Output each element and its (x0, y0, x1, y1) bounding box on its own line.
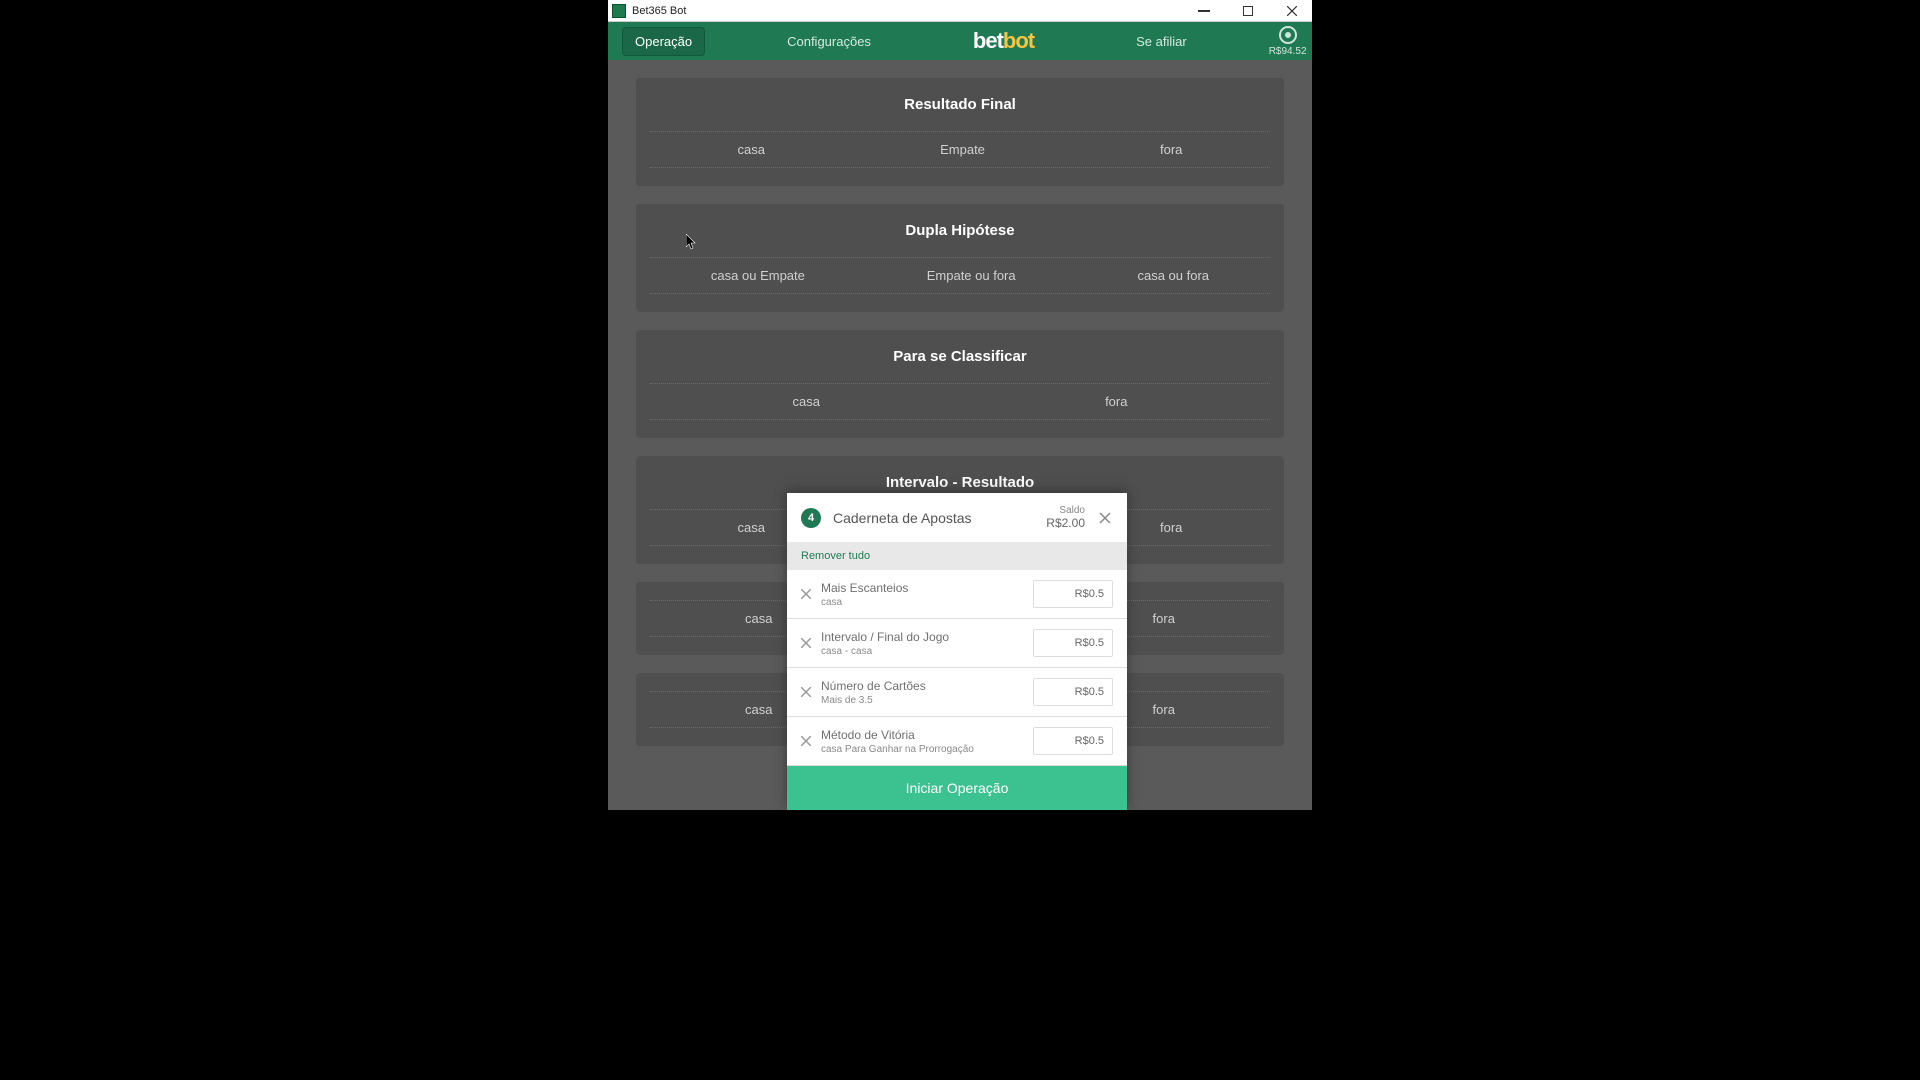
title-bar: Bet365 Bot (608, 0, 1312, 22)
nav-configuracoes[interactable]: Configurações (775, 28, 883, 55)
market-card: Dupla Hipótese casa ou Empate Empate ou fo… (636, 204, 1284, 312)
balance-label: Saldo (1046, 505, 1085, 516)
bet-item-body: Intervalo / Final do Jogo casa - casa (821, 630, 1033, 657)
window-controls (1188, 1, 1308, 21)
bet-item-title: Intervalo / Final do Jogo (821, 630, 1033, 644)
nav-afiliar[interactable]: Se afiliar (1124, 28, 1199, 55)
bet-item-subtitle: Mais de 3.5 (821, 695, 1033, 706)
remove-bet-button[interactable] (801, 586, 811, 602)
bet-item-subtitle: casa Para Ganhar na Prorrogação (821, 744, 1033, 755)
market-option[interactable]: fora (1145, 698, 1183, 721)
market-title: Resultado Final (650, 96, 1270, 113)
bet-item-title: Método de Vitória (821, 728, 1033, 742)
stake-input[interactable]: R$0.5 (1033, 580, 1113, 608)
bet-slip-close-button[interactable] (1097, 510, 1113, 526)
bet-slip-header: 4 Caderneta de Apostas Saldo R$2.00 (787, 493, 1127, 542)
account-section[interactable]: R$94.52 (1269, 26, 1307, 57)
account-balance: R$94.52 (1269, 46, 1307, 57)
bet-slip-title: Caderneta de Apostas (833, 510, 972, 526)
market-option[interactable]: Empate ou fora (919, 264, 1024, 287)
bet-slip-item: Método de Vitória casa Para Ganhar na Pro… (787, 717, 1127, 766)
user-icon (1279, 26, 1297, 44)
market-title: Dupla Hipótese (650, 222, 1270, 239)
market-card: Para se Classificar casa fora (636, 330, 1284, 438)
bet-slip-balance: Saldo R$2.00 (1046, 505, 1085, 530)
market-option[interactable]: casa ou Empate (703, 264, 813, 287)
market-option[interactable]: casa (785, 390, 828, 413)
app-header: Operação Configurações betbot Se afiliar… (608, 22, 1312, 60)
minimize-button[interactable] (1188, 1, 1220, 21)
market-card: Resultado Final casa Empate fora (636, 78, 1284, 186)
logo-text-left: bet (973, 28, 1003, 53)
bet-item-title: Número de Cartões (821, 679, 1033, 693)
market-option[interactable]: fora (1152, 516, 1190, 539)
bet-slip-item: Número de Cartões Mais de 3.5R$0.5 (787, 668, 1127, 717)
market-option[interactable]: casa (730, 516, 773, 539)
remove-all-button[interactable]: Remover tudo (787, 542, 1127, 570)
nav-operacao[interactable]: Operação (622, 27, 705, 56)
remove-bet-button[interactable] (801, 635, 811, 651)
bet-item-title: Mais Escanteios (821, 581, 1033, 595)
bet-slip-item: Mais Escanteios casaR$0.5 (787, 570, 1127, 619)
app-icon (612, 4, 626, 18)
balance-value: R$2.00 (1046, 516, 1085, 530)
app-logo: betbot (973, 28, 1034, 54)
close-button[interactable] (1276, 1, 1308, 21)
bet-item-body: Número de Cartões Mais de 3.5 (821, 679, 1033, 706)
market-option[interactable]: casa (737, 698, 780, 721)
market-option[interactable]: casa (737, 607, 780, 630)
market-option[interactable]: Empate (932, 138, 993, 161)
market-options-row: casa ou Empate Empate ou fora casa ou fora (650, 257, 1270, 294)
stake-input[interactable]: R$0.5 (1033, 629, 1113, 657)
stake-input[interactable]: R$0.5 (1033, 678, 1113, 706)
window-title: Bet365 Bot (632, 5, 686, 17)
market-options-row: casa Empate fora (650, 131, 1270, 168)
bet-slip-item: Intervalo / Final do Jogo casa - casaR$0.… (787, 619, 1127, 668)
market-title: Intervalo - Resultado (650, 474, 1270, 491)
market-option[interactable]: fora (1097, 390, 1135, 413)
remove-bet-button[interactable] (801, 733, 811, 749)
market-options-row: casa fora (650, 383, 1270, 420)
bet-count-badge: 4 (801, 508, 821, 528)
market-option[interactable]: fora (1152, 138, 1190, 161)
bet-item-subtitle: casa - casa (821, 646, 1033, 657)
bet-item-subtitle: casa (821, 597, 1033, 608)
start-operation-button[interactable]: Iniciar Operação (787, 766, 1127, 810)
remove-bet-button[interactable] (801, 684, 811, 700)
maximize-button[interactable] (1232, 1, 1264, 21)
bet-item-body: Método de Vitória casa Para Ganhar na Pro… (821, 728, 1033, 755)
market-title: Para se Classificar (650, 348, 1270, 365)
bet-item-body: Mais Escanteios casa (821, 581, 1033, 608)
market-option[interactable]: casa ou fora (1129, 264, 1217, 287)
app-window: Bet365 Bot Operação Configurações betbot… (608, 0, 1312, 810)
bet-slip: 4 Caderneta de Apostas Saldo R$2.00 Remo… (787, 493, 1127, 810)
logo-text-right: bot (1003, 28, 1034, 53)
market-option[interactable]: casa (730, 138, 773, 161)
stake-input[interactable]: R$0.5 (1033, 727, 1113, 755)
market-option[interactable]: fora (1145, 607, 1183, 630)
